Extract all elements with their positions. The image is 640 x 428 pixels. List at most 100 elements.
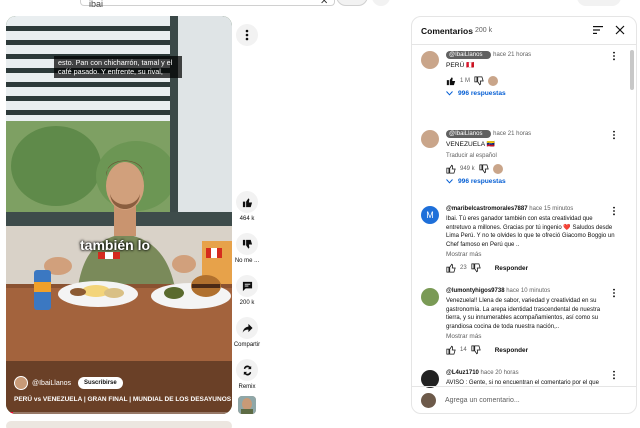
- search-input[interactable]: ibai: [80, 0, 335, 9]
- comment-meta: @lumontyhigos9738 hace 10 minutos: [446, 288, 616, 294]
- comment-text: Venezuela!! Llena de sabor, variedad y c…: [446, 298, 601, 330]
- comment-avatar[interactable]: M: [421, 206, 439, 224]
- thumbs-down-icon: [242, 239, 252, 249]
- more-vertical-icon: [245, 29, 249, 41]
- comment-time: hace 21 horas: [493, 52, 532, 59]
- more-options-button[interactable]: [236, 24, 258, 46]
- create-button[interactable]: [577, 0, 621, 6]
- comments-scrollbar[interactable]: [630, 50, 634, 382]
- comment-avatar[interactable]: [421, 130, 439, 148]
- comment-menu-icon[interactable]: [611, 370, 617, 380]
- clear-search-icon[interactable]: ✕: [320, 0, 328, 7]
- comments-header: Comentarios 200 k: [412, 17, 636, 45]
- thumbs-down-icon[interactable]: [471, 263, 481, 273]
- voice-search-button[interactable]: [372, 0, 390, 6]
- like-button[interactable]: [236, 191, 258, 213]
- comment-like-count: 1 M: [460, 77, 471, 84]
- comments-count: 200 k: [475, 27, 493, 34]
- remix-button[interactable]: [236, 359, 258, 381]
- comment-time: hace 21 horas: [493, 131, 532, 138]
- thumbs-down-icon[interactable]: [479, 164, 489, 174]
- show-more-link[interactable]: Mostrar más: [446, 251, 616, 258]
- creator-author-badge[interactable]: @IbaiLlanos: [446, 130, 492, 139]
- thumbs-up-icon[interactable]: [446, 76, 456, 86]
- video-progress-fill: [6, 412, 13, 414]
- channel-avatar[interactable]: [14, 376, 28, 390]
- comments-panel: Comentarios 200 k @IbaiLlanos hace 21 ho…: [411, 16, 637, 414]
- sound-thumbnail[interactable]: [238, 396, 256, 414]
- comment-author[interactable]: @L4uz1710: [446, 370, 479, 376]
- user-avatar: [421, 393, 436, 408]
- add-comment-input[interactable]: Agrega un comentario...: [445, 397, 520, 404]
- thumbs-up-icon[interactable]: [446, 345, 456, 355]
- thumbs-down-icon[interactable]: [474, 76, 484, 86]
- reply-button[interactable]: Responder: [495, 265, 528, 272]
- sort-icon[interactable]: [593, 26, 603, 34]
- share-button[interactable]: [236, 317, 258, 339]
- comment-actions: 1 M: [446, 75, 616, 87]
- dislike-label: No me ...: [234, 258, 260, 264]
- thumbs-up-icon: [242, 197, 252, 207]
- video-caption-center: también lo: [80, 237, 151, 253]
- chevron-down-icon: [446, 90, 453, 96]
- verified-icon: [483, 52, 489, 57]
- comment-like-count: 14: [460, 347, 467, 353]
- scrollbar-thumb[interactable]: [630, 50, 634, 90]
- notifications-icon[interactable]: [625, 0, 639, 6]
- reply-button[interactable]: Responder: [495, 347, 528, 354]
- comment-menu-icon[interactable]: [611, 130, 617, 140]
- shorts-page: ibai ✕ esto. Pan con chicharrón, tamal y…: [0, 0, 640, 428]
- view-replies-button[interactable]: 996 respuestas: [446, 90, 616, 97]
- comment-text: Ibai. Tú eres ganador también con esta c…: [446, 216, 615, 248]
- search-button[interactable]: [336, 0, 368, 6]
- comment-time: hace 10 minutos: [506, 288, 551, 294]
- video-channel-row: @IbaiLlanos Suscribirse: [14, 376, 123, 390]
- creator-author-badge[interactable]: @IbaiLlanos: [446, 51, 492, 60]
- comment-text: PERÚ 🇵🇪: [446, 62, 475, 70]
- comment-avatar[interactable]: [421, 51, 439, 69]
- comment-text: VENEZUELA 🇻🇪: [446, 141, 495, 149]
- video-caption-top: esto. Pan con chicharrón, tamal y el caf…: [54, 56, 182, 78]
- add-comment-bar: Agrega un comentario...: [412, 386, 636, 413]
- comment-meta: @maribelcastromorales7887 hace 15 minuto…: [446, 206, 616, 212]
- comment-menu-icon[interactable]: [611, 206, 617, 216]
- remix-icon: [243, 365, 251, 375]
- video-progress-bar[interactable]: [6, 412, 232, 414]
- translate-link[interactable]: Traducir al español: [446, 153, 616, 159]
- thumbs-up-icon[interactable]: [446, 263, 456, 273]
- comments-title: Comentarios: [421, 26, 473, 36]
- like-count: 464 k: [239, 216, 255, 222]
- show-more-link[interactable]: Mostrar más: [446, 333, 616, 340]
- comment-menu-icon[interactable]: [611, 51, 617, 61]
- video-title[interactable]: PERÚ vs VENEZUELA | GRAN FINAL | MUNDIAL…: [14, 396, 231, 403]
- thumbs-up-icon[interactable]: [446, 164, 456, 174]
- comments-button[interactable]: [236, 275, 258, 297]
- shorts-video-player[interactable]: esto. Pan con chicharrón, tamal y el caf…: [6, 16, 232, 414]
- comment-menu-icon[interactable]: [611, 288, 617, 298]
- comment-count: 200 k: [239, 300, 255, 306]
- comment-author: @IbaiLlanos: [449, 52, 483, 59]
- share-icon: [242, 323, 253, 333]
- comment-like-count: 23: [460, 265, 467, 271]
- comments-list[interactable]: @IbaiLlanos hace 21 horas PERÚ 🇵🇪 1 M 99…: [412, 46, 628, 388]
- next-short-preview[interactable]: [6, 421, 232, 428]
- sound-thumbnail-image: [238, 396, 256, 414]
- creator-heart-icon: [488, 75, 499, 86]
- thumbs-down-icon[interactable]: [471, 345, 481, 355]
- channel-name[interactable]: @IbaiLlanos: [32, 380, 71, 387]
- share-label: Compartir: [233, 342, 261, 348]
- replies-count: 996 respuestas: [458, 177, 506, 185]
- comment-actions: 14 Responder: [446, 344, 616, 356]
- dislike-button[interactable]: [236, 233, 258, 255]
- comment-meta: @L4uz1710 hace 20 horas: [446, 370, 616, 376]
- comment-author[interactable]: @lumontyhigos9738: [446, 288, 505, 294]
- comment-avatar[interactable]: [421, 288, 439, 306]
- top-bar: ibai ✕: [0, 0, 640, 10]
- comment-author[interactable]: @maribelcastromorales7887: [446, 206, 528, 212]
- subscribe-button[interactable]: Suscribirse: [78, 377, 123, 389]
- close-icon[interactable]: [615, 25, 625, 35]
- remix-label: Remix: [238, 384, 256, 390]
- comment-author: @IbaiLlanos: [449, 131, 483, 138]
- view-replies-button[interactable]: 996 respuestas: [446, 178, 616, 185]
- comment-meta: @IbaiLlanos hace 21 horas: [446, 130, 616, 139]
